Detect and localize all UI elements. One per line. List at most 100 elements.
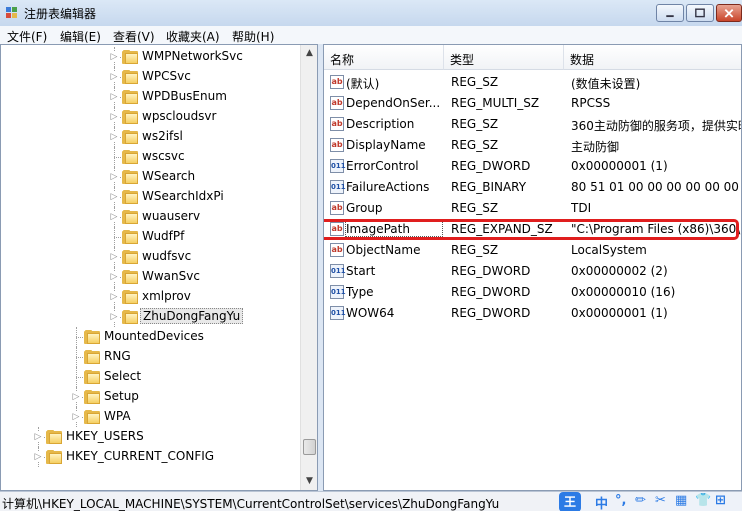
value-row[interactable]: 011 ErrorControl REG_DWORD 0x00000001 (1) — [324, 156, 741, 177]
folder-icon — [84, 410, 100, 424]
tree-item[interactable]: ▷ WMPNetworkSvc — [1, 47, 299, 67]
expand-arrow-icon[interactable]: ▷ — [109, 132, 119, 142]
column-header-type[interactable]: 类型 — [444, 45, 564, 70]
string-value-icon: ab — [330, 75, 344, 89]
tree-item[interactable]: ▷ WwanSvc — [1, 267, 299, 287]
tree-item[interactable]: ▷ WPA — [1, 407, 299, 427]
column-header-name[interactable]: 名称 — [324, 45, 444, 70]
value-data: 80 51 01 00 00 00 00 00 00 00 — [571, 180, 742, 194]
close-button[interactable] — [716, 4, 742, 22]
tree-item[interactable]: ▷ HKEY_USERS — [1, 427, 299, 447]
value-row[interactable]: 011 WOW64 REG_DWORD 0x00000001 (1) — [324, 303, 741, 324]
menu-file[interactable]: 文件(F) — [7, 28, 47, 45]
value-row[interactable]: 011 Type REG_DWORD 0x00000010 (16) — [324, 282, 741, 303]
column-header-data[interactable]: 数据 — [564, 45, 741, 70]
tree-item[interactable]: RNG — [1, 347, 299, 367]
folder-icon — [122, 150, 138, 164]
expand-arrow-icon[interactable]: ▷ — [33, 452, 43, 462]
ime-keyboard-icon[interactable]: ▦ — [675, 493, 687, 508]
tree-item[interactable]: ▷ HKEY_CURRENT_CONFIG — [1, 447, 299, 467]
folder-icon — [84, 330, 100, 344]
folder-icon — [122, 90, 138, 104]
expand-arrow-icon[interactable]: ▷ — [109, 112, 119, 122]
minimize-icon — [666, 15, 674, 18]
tree-item[interactable]: ▷ ws2ifsl — [1, 127, 299, 147]
menu-help[interactable]: 帮助(H) — [232, 28, 274, 45]
value-row[interactable]: ab Group REG_SZ TDI — [324, 198, 741, 219]
expand-arrow-icon[interactable]: ▷ — [109, 292, 119, 302]
maximize-button[interactable] — [686, 4, 714, 22]
expand-arrow-icon[interactable]: ▷ — [109, 212, 119, 222]
binary-value-icon: 011 — [330, 159, 346, 173]
menu-bar: 文件(F) 编辑(E) 查看(V) 收藏夹(A) 帮助(H) — [0, 26, 742, 44]
expand-arrow-icon[interactable]: ▷ — [71, 412, 81, 422]
value-row[interactable]: ab DependOnSer... REG_MULTI_SZ RPCSS — [324, 93, 741, 114]
value-data: 360主动防御的服务项，提供实时 — [571, 119, 742, 133]
value-row[interactable]: 011 Start REG_DWORD 0x00000002 (2) — [324, 261, 741, 282]
ime-skin-icon[interactable]: 👕 — [695, 493, 711, 508]
menu-edit[interactable]: 编辑(E) — [60, 28, 101, 45]
value-data: TDI — [571, 201, 592, 215]
tree-item[interactable]: ▷ WSearchIdxPi — [1, 187, 299, 207]
expand-arrow-icon[interactable]: ▷ — [109, 52, 119, 62]
value-name: ObjectName — [346, 243, 421, 257]
tree-scrollbar[interactable]: ▲ ▼ — [300, 45, 317, 490]
value-row[interactable]: ab (默认) REG_SZ (数值未设置) — [324, 72, 741, 93]
tree-item[interactable]: ▷ wuauserv — [1, 207, 299, 227]
tree-item[interactable]: ▷ ZhuDongFangYu — [1, 307, 299, 327]
expand-arrow-icon[interactable]: ▷ — [109, 72, 119, 82]
expand-arrow-icon[interactable]: ▷ — [109, 192, 119, 202]
menu-favorites[interactable]: 收藏夹(A) — [166, 28, 220, 45]
expand-arrow-icon[interactable]: ▷ — [109, 92, 119, 102]
value-type: REG_SZ — [451, 138, 499, 152]
value-row[interactable]: ab DisplayName REG_SZ 主动防御 — [324, 135, 741, 156]
ime-handwriting-icon[interactable]: ✏ — [635, 493, 646, 508]
expand-arrow-icon[interactable]: ▷ — [109, 272, 119, 282]
scroll-down-icon[interactable]: ▼ — [302, 473, 317, 490]
expand-arrow-icon[interactable]: ▷ — [33, 432, 43, 442]
value-name: Type — [346, 285, 374, 299]
string-value-icon: ab — [330, 117, 344, 131]
tree-item-label: WudfPf — [142, 229, 185, 243]
ime-punctuation-icon[interactable]: °, — [615, 493, 626, 508]
expand-arrow-icon[interactable]: ▷ — [71, 392, 81, 402]
value-row[interactable]: ab ObjectName REG_SZ LocalSystem — [324, 240, 741, 261]
expand-arrow-icon[interactable]: ▷ — [109, 172, 119, 182]
registry-tree[interactable]: ▲ ▼ ▷ WMPNetworkSvc ▷ WPCSvc ▷ WPDBusEnum ▷ wps… — [0, 44, 318, 491]
tree-item[interactable]: ▷ WPDBusEnum — [1, 87, 299, 107]
tree-item[interactable]: Select — [1, 367, 299, 387]
expand-arrow-icon[interactable]: ▷ — [109, 252, 119, 262]
ime-chinese-mode-icon[interactable]: 中 — [595, 493, 608, 511]
tree-item[interactable]: ▷ WPCSvc — [1, 67, 299, 87]
scroll-up-icon[interactable]: ▲ — [302, 45, 317, 62]
tree-item[interactable]: MountedDevices — [1, 327, 299, 347]
highlight-annotation-box — [324, 219, 739, 240]
window-title: 注册表编辑器 — [24, 7, 97, 21]
folder-icon — [122, 70, 138, 84]
binary-value-icon: 011 — [330, 264, 346, 278]
expand-arrow-icon[interactable]: ▷ — [109, 312, 119, 322]
tree-item-label: Setup — [104, 389, 139, 403]
tree-item[interactable]: ▷ wudfsvc — [1, 247, 299, 267]
minimize-button[interactable] — [656, 4, 684, 22]
tree-item[interactable]: wscsvc — [1, 147, 299, 167]
tree-item[interactable]: ▷ WSearch — [1, 167, 299, 187]
tree-item[interactable]: ▷ xmlprov — [1, 287, 299, 307]
ime-toolbox-icon[interactable]: ⊞ — [715, 493, 726, 508]
value-type: REG_MULTI_SZ — [451, 96, 540, 110]
value-name: WOW64 — [346, 306, 395, 320]
scroll-thumb[interactable] — [303, 439, 316, 455]
menu-view[interactable]: 查看(V) — [113, 28, 155, 45]
value-data: RPCSS — [571, 96, 611, 110]
tree-item[interactable]: ▷ Setup — [1, 387, 299, 407]
ime-screenshot-icon[interactable]: ✂ — [655, 493, 666, 508]
values-list[interactable]: 名称 类型 数据 ab (默认) REG_SZ (数值未设置) ab DependOnSe… — [323, 44, 742, 491]
tree-item[interactable]: ▷ wpscloudsvr — [1, 107, 299, 127]
value-row[interactable]: 011 FailureActions REG_BINARY 80 51 01 00 0… — [324, 177, 741, 198]
tree-item[interactable]: WudfPf — [1, 227, 299, 247]
tree-item-label: xmlprov — [142, 289, 191, 303]
value-row[interactable]: ab Description REG_SZ 360主动防御的服务项，提供实时 — [324, 114, 741, 135]
status-bar: 计算机\HKEY_LOCAL_MACHINE\SYSTEM\CurrentCon… — [0, 491, 742, 511]
ime-logo-icon[interactable]: 王 — [559, 492, 581, 511]
tree-item-label: wpscloudsvr — [142, 109, 217, 123]
